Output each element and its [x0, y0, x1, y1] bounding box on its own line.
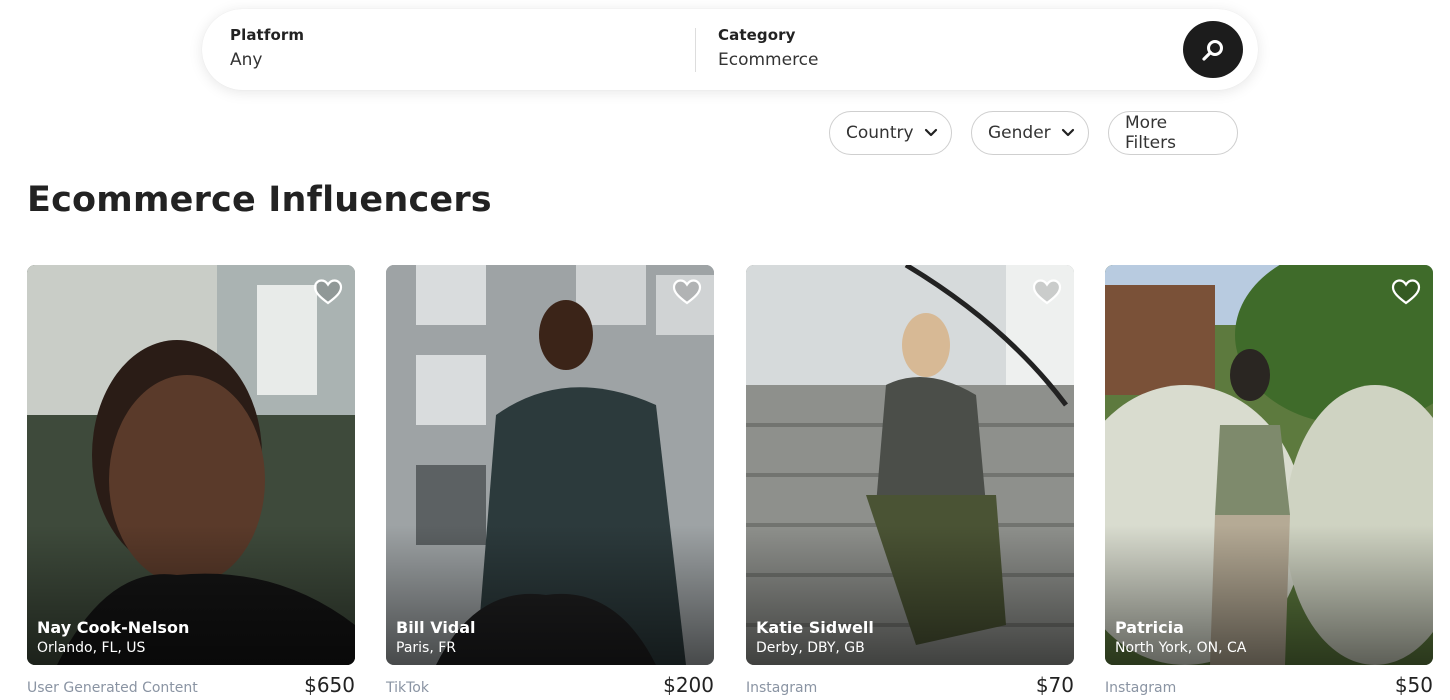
search-button[interactable]	[1183, 21, 1243, 78]
influencer-card[interactable]: Bill Vidal Paris, FR TikTok $200	[386, 265, 714, 697]
influencer-card[interactable]: Nay Cook-Nelson Orlando, FL, US User Gen…	[27, 265, 355, 697]
card-meta: TikTok $200	[386, 673, 714, 697]
heart-icon[interactable]	[313, 278, 343, 306]
search-bar: Platform Any Category Ecommerce	[202, 9, 1258, 90]
country-filter-label: Country	[846, 123, 914, 143]
platform-value[interactable]: Any	[230, 50, 304, 70]
influencer-card[interactable]: Patricia North York, ON, CA Instagram $5…	[1105, 265, 1433, 697]
influencer-location: Orlando, FL, US	[37, 640, 146, 656]
more-filters-label: More Filters	[1125, 113, 1176, 153]
search-icon	[1202, 39, 1223, 61]
influencer-location: North York, ON, CA	[1115, 640, 1247, 656]
influencer-photo[interactable]: Katie Sidwell Derby, DBY, GB	[746, 265, 1074, 665]
search-divider	[695, 28, 696, 72]
chevron-down-icon	[1061, 128, 1075, 138]
influencer-name: Bill Vidal	[396, 618, 476, 637]
influencer-location: Paris, FR	[396, 640, 457, 656]
more-filters-button[interactable]: More Filters	[1108, 111, 1238, 155]
influencer-platform: Instagram	[1105, 680, 1177, 696]
chevron-down-icon	[924, 128, 938, 138]
card-meta: User Generated Content $650	[27, 673, 355, 697]
category-field[interactable]: Category Ecommerce	[718, 26, 819, 70]
influencer-platform: Instagram	[746, 680, 818, 696]
heart-icon[interactable]	[1391, 278, 1421, 306]
country-filter-button[interactable]: Country	[829, 111, 952, 155]
influencer-name: Katie Sidwell	[756, 618, 874, 637]
card-meta: Instagram $50	[1105, 673, 1433, 697]
gender-filter-label: Gender	[988, 123, 1051, 143]
page-title: Ecommerce Influencers	[27, 180, 492, 220]
influencer-photo[interactable]: Nay Cook-Nelson Orlando, FL, US	[27, 265, 355, 665]
influencer-platform: TikTok	[386, 680, 429, 696]
influencer-price: $50	[1394, 673, 1433, 697]
card-meta: Instagram $70	[746, 673, 1074, 697]
gender-filter-button[interactable]: Gender	[971, 111, 1089, 155]
influencer-price: $200	[663, 673, 714, 697]
influencer-card[interactable]: Katie Sidwell Derby, DBY, GB Instagram $…	[746, 265, 1074, 697]
heart-icon[interactable]	[672, 278, 702, 306]
influencer-price: $70	[1035, 673, 1074, 697]
influencer-price: $650	[304, 673, 355, 697]
influencer-photo[interactable]: Patricia North York, ON, CA	[1105, 265, 1433, 665]
influencer-name: Nay Cook-Nelson	[37, 618, 190, 637]
category-label: Category	[718, 26, 796, 44]
platform-field[interactable]: Platform Any	[230, 26, 304, 70]
platform-label: Platform	[230, 26, 305, 44]
influencer-location: Derby, DBY, GB	[756, 640, 865, 656]
influencer-name: Patricia	[1115, 618, 1184, 637]
influencer-photo[interactable]: Bill Vidal Paris, FR	[386, 265, 714, 665]
category-value[interactable]: Ecommerce	[718, 50, 819, 70]
heart-icon[interactable]	[1032, 278, 1062, 306]
influencer-platform: User Generated Content	[27, 680, 198, 696]
